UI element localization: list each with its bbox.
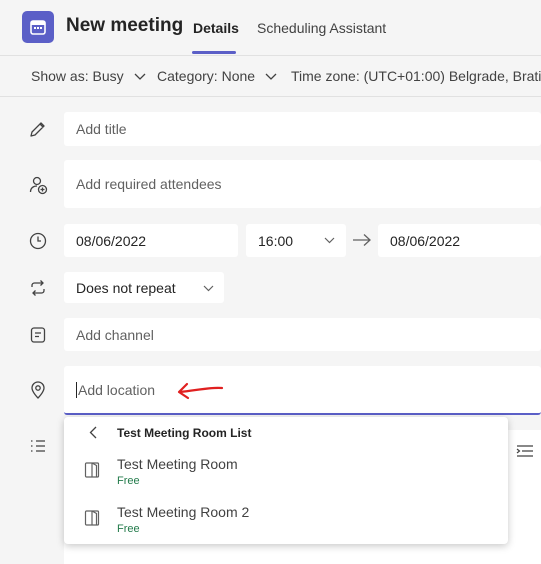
- start-date-value: 08/06/2022: [76, 232, 147, 249]
- person-add-icon: [29, 176, 48, 195]
- chevron-down-icon: [134, 73, 145, 81]
- time-zone-label: Time zone: (UTC+01:00) Belgrade, Bratisl: [291, 68, 541, 84]
- category-label: Category: None: [157, 68, 256, 84]
- title-placeholder: Add title: [76, 121, 127, 137]
- channel-placeholder: Add channel: [76, 326, 154, 343]
- channel-icon: [30, 327, 46, 343]
- show-as-dropdown[interactable]: Show as: Busy: [31, 68, 146, 84]
- door-icon: [84, 462, 100, 478]
- room-availability: Free: [117, 475, 140, 487]
- chevron-down-icon: [324, 237, 335, 244]
- start-date-picker[interactable]: 08/06/2022: [64, 224, 238, 257]
- show-as-label: Show as: Busy: [31, 68, 124, 84]
- options-bar: Show as: Busy Category: None Time zone: …: [0, 56, 541, 97]
- text-caret: [76, 381, 77, 398]
- chevron-down-icon: [203, 285, 214, 292]
- meeting-header: New meeting Details Scheduling Assistant: [0, 0, 541, 56]
- location-input[interactable]: Add location: [64, 366, 541, 415]
- time-zone-dropdown[interactable]: Time zone: (UTC+01:00) Belgrade, Bratisl: [291, 68, 541, 84]
- room-name: Test Meeting Room: [117, 456, 238, 472]
- room-list-header: Test Meeting Room List: [64, 417, 508, 449]
- chevron-left-icon[interactable]: [89, 426, 97, 439]
- room-option[interactable]: Test Meeting Room Free: [64, 456, 508, 500]
- location-pin-icon: [31, 381, 45, 399]
- indent-icon: [516, 445, 533, 457]
- annotation-arrow-icon: [177, 382, 224, 400]
- room-option[interactable]: Test Meeting Room 2 Free: [64, 504, 508, 548]
- details-list-icon: [31, 440, 45, 452]
- category-dropdown[interactable]: Category: None: [157, 68, 277, 84]
- calendar-icon: [22, 11, 54, 43]
- end-date-picker[interactable]: 08/06/2022: [378, 224, 541, 257]
- repeat-value: Does not repeat: [76, 279, 176, 296]
- location-suggestions-dropdown: Test Meeting Room List Test Meeting Room…: [64, 417, 508, 544]
- door-icon: [84, 510, 100, 526]
- active-tab-indicator: [192, 51, 236, 54]
- location-placeholder: Add location: [78, 381, 156, 398]
- room-list-title: Test Meeting Room List: [117, 426, 252, 440]
- attendees-input[interactable]: Add required attendees: [64, 160, 541, 208]
- tab-scheduling-assistant[interactable]: Scheduling Assistant: [257, 20, 386, 36]
- attendees-placeholder: Add required attendees: [76, 176, 222, 192]
- pencil-icon: [30, 122, 45, 137]
- end-date-value: 08/06/2022: [390, 232, 461, 249]
- page-title: New meeting: [66, 15, 184, 36]
- start-time-value: 16:00: [258, 232, 294, 249]
- title-input[interactable]: Add title: [64, 112, 541, 146]
- chevron-down-icon: [265, 73, 277, 81]
- repeat-dropdown[interactable]: Does not repeat: [64, 272, 224, 303]
- tab-details[interactable]: Details: [193, 20, 239, 36]
- room-name: Test Meeting Room 2: [117, 504, 250, 520]
- repeat-icon: [31, 280, 45, 296]
- channel-input[interactable]: Add channel: [64, 318, 541, 351]
- arrow-right-icon: [353, 234, 371, 246]
- room-availability: Free: [117, 523, 140, 535]
- start-time-dropdown[interactable]: 16:00: [246, 224, 346, 257]
- clock-icon: [29, 232, 47, 250]
